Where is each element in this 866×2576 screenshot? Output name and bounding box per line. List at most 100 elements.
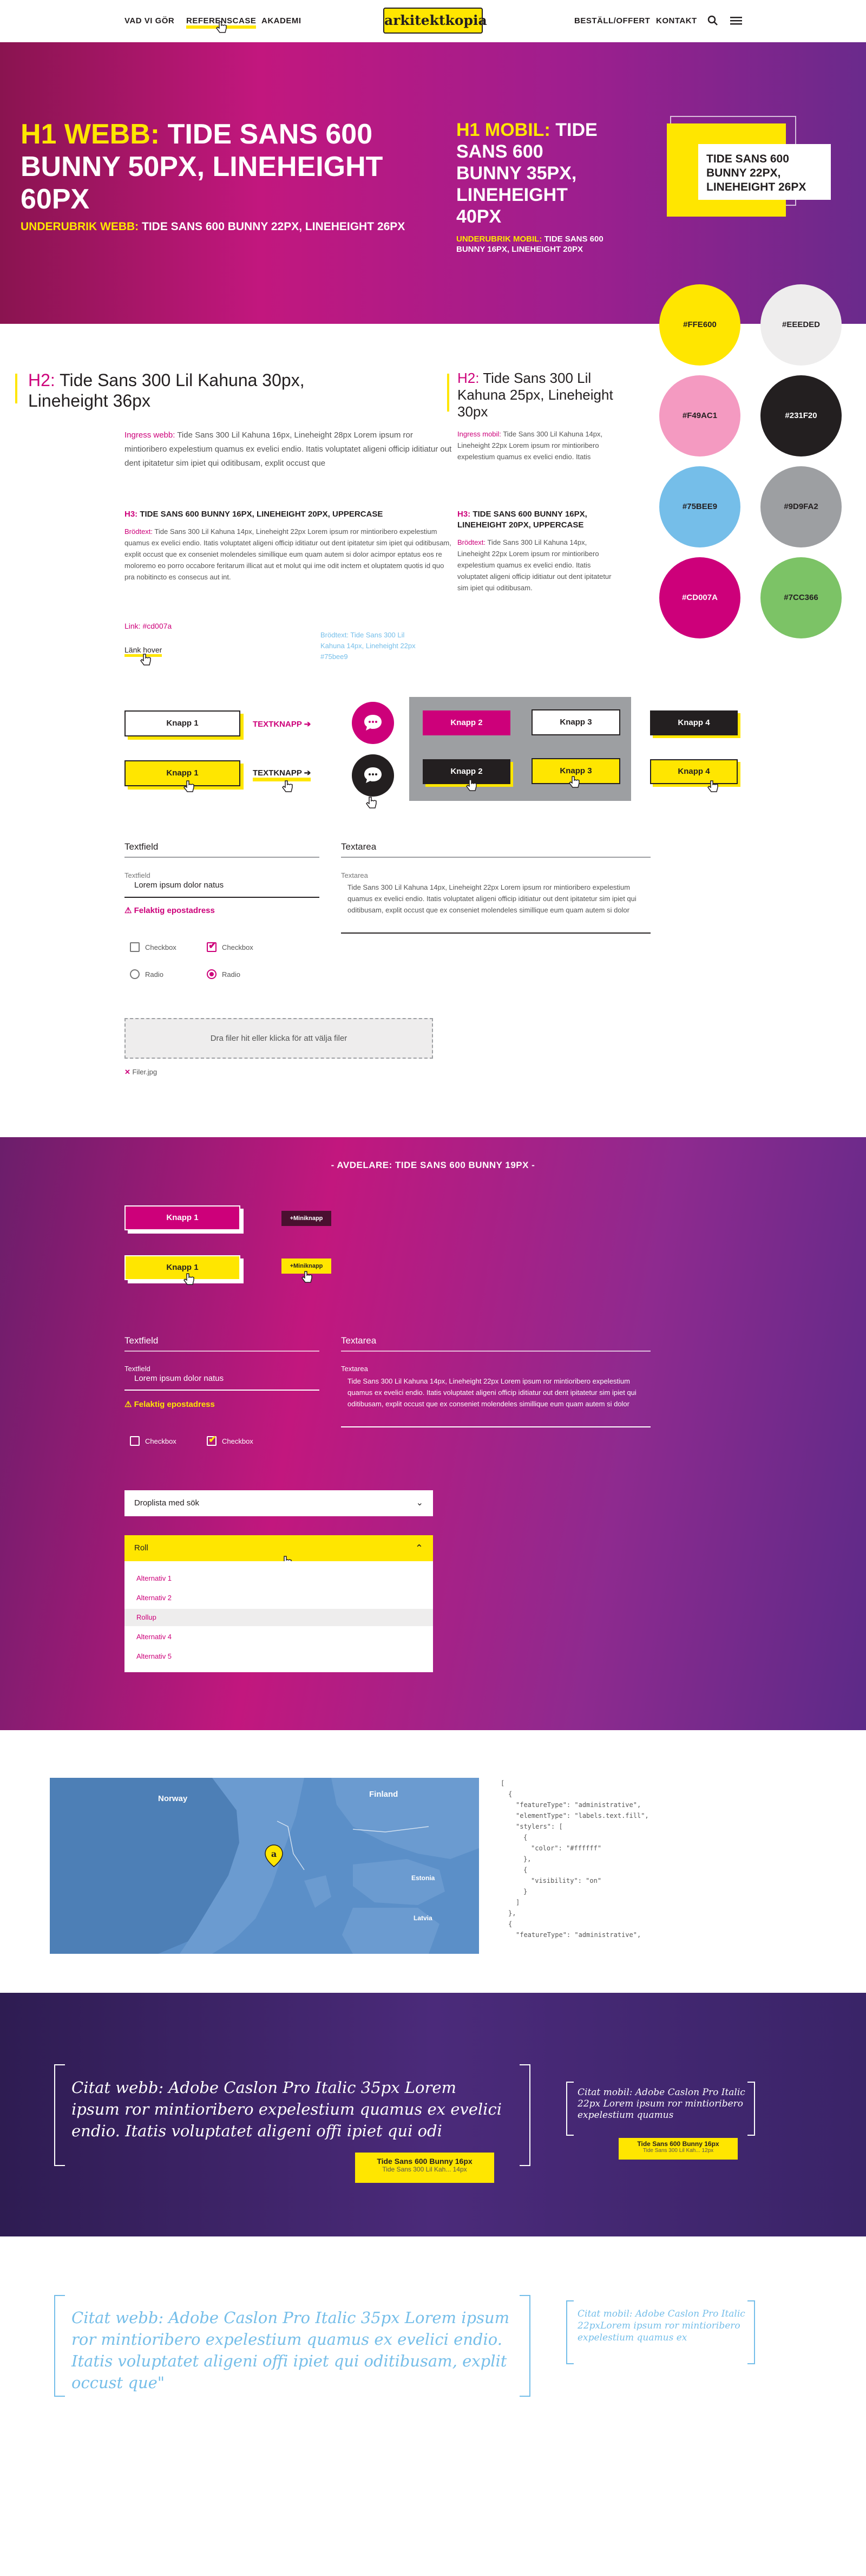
quote-mobile-text: Citat mobil: Adobe Caslon Pro Italic 22p… xyxy=(578,2087,745,2121)
textknapp-button[interactable]: TEXTKNAPP ➔ xyxy=(253,719,311,729)
nav-vad-vi-gor[interactable]: VAD VI GÖR xyxy=(124,16,174,25)
chat-button[interactable] xyxy=(352,702,394,744)
remove-file-icon[interactable]: ✕ xyxy=(124,1068,130,1076)
code-line: "stylers": [ xyxy=(516,1823,563,1830)
logo[interactable]: arkitektkopia xyxy=(383,8,487,34)
code-line: "color": "#ffffff" xyxy=(531,1844,602,1852)
nav-akademi[interactable]: AKADEMI xyxy=(261,16,301,25)
knapp-1-dark-hover-button[interactable]: Knapp 1 xyxy=(124,1255,240,1280)
breadtext-mobile: Brödtext: Tide Sans 300 Lil Kahuna 14px,… xyxy=(457,537,614,594)
knapp-1-hover-button[interactable]: Knapp 1 xyxy=(124,760,240,786)
code-line: { xyxy=(508,1920,513,1928)
h3-label: H3: xyxy=(124,510,138,519)
warning-icon: ⚠ xyxy=(124,906,132,915)
h2-accent-bar xyxy=(15,374,17,403)
map-label: Finland xyxy=(369,1790,398,1799)
color-swatch: #F49AC1 xyxy=(659,375,740,456)
dark-textarea-filled-input[interactable]: Tide Sans 300 Lil Kahuna 14px, Lineheigh… xyxy=(341,1375,651,1424)
textfield-empty-label: Textfield xyxy=(124,842,159,852)
menu-icon[interactable] xyxy=(730,16,742,25)
check-icon: ✔ xyxy=(208,1434,217,1445)
dropdown-search-label: Droplista med sök xyxy=(134,1498,200,1508)
h2-mobile: H2: Tide Sans 300 Lil Kahuna 25px, Lineh… xyxy=(457,370,614,420)
h3m-text: TIDE SANS 600 BUNNY 16PX, LINEHEIGHT 20P… xyxy=(457,510,587,530)
code-line: "featureType": "administrative", xyxy=(516,1801,641,1809)
file-name: Filer.jpg xyxy=(132,1068,158,1076)
dropdown-search[interactable]: Droplista med sök ⌄ xyxy=(124,1490,433,1516)
knapp-1-dark-button[interactable]: Knapp 1 xyxy=(124,1205,240,1230)
link-example[interactable]: Link: #cd007a xyxy=(124,622,172,630)
file-item: ✕ Filer.jpg xyxy=(124,1068,157,1077)
dropdown-option-highlighted[interactable]: Rollup xyxy=(124,1609,433,1626)
ingress-web: Ingress webb: Tide Sans 300 Lil Kahuna 1… xyxy=(124,428,455,471)
chat-hover-button[interactable] xyxy=(352,754,394,797)
dropdown-option[interactable]: Alternativ 4 xyxy=(124,1628,433,1646)
svg-text:a: a xyxy=(271,1849,277,1859)
chat-bubble-icon xyxy=(364,767,382,783)
nav-kontakt[interactable]: KONTAKT xyxy=(656,16,697,25)
color-swatch: #231F20 xyxy=(760,375,842,456)
breadm-label: Brödtext: xyxy=(457,538,486,546)
h2m-accent-bar xyxy=(447,374,449,412)
radio-checked-label: Radio xyxy=(222,970,240,979)
knapp-2-button[interactable]: Knapp 2 xyxy=(423,710,510,735)
map-pin-icon[interactable]: a xyxy=(264,1844,284,1868)
radio-label: Radio xyxy=(145,970,163,979)
breadtext-web: Brödtext: Tide Sans 300 Lil Kahuna 14px,… xyxy=(124,526,455,583)
dropdown-option[interactable]: Alternativ 1 xyxy=(124,1570,433,1587)
map[interactable]: Norway Finland Estonia Latvia a xyxy=(50,1778,479,1954)
miniknapp-button[interactable]: +Miniknapp xyxy=(281,1211,331,1226)
quote-mobile-light-text: Citat mobil: Adobe Caslon Pro Italic 22p… xyxy=(578,2308,745,2343)
dark-textfield-filled-input[interactable]: Lorem ipsum dolor natus xyxy=(124,1374,224,1383)
dropdown-option[interactable]: Alternativ 2 xyxy=(124,1589,433,1607)
file-dropzone[interactable]: Dra filer hit eller klicka för att välja… xyxy=(124,1018,433,1059)
dark-textfield-filled-label: Textfield xyxy=(124,1365,150,1373)
hero-h1-label: H1 WEBB: xyxy=(21,119,160,150)
hand-cursor-icon xyxy=(282,780,293,792)
dark-textarea-input[interactable] xyxy=(341,1351,651,1352)
color-swatch: #75BEE9 xyxy=(659,466,740,547)
checkbox-checked-label: Checkbox xyxy=(222,943,253,951)
h3m-label: H3: xyxy=(457,510,471,519)
hero-section: H1 WEBB: TIDE SANS 600 BUNNY 50PX, LINEH… xyxy=(0,42,866,324)
bread-label: Brödtext: xyxy=(124,527,153,536)
code-line: "visibility": "on" xyxy=(531,1877,602,1884)
code-line: [ xyxy=(501,1779,505,1787)
radio-unchecked[interactable] xyxy=(130,969,140,979)
knapp-4-hover-button[interactable]: Knapp 4 xyxy=(650,759,738,784)
hand-cursor-icon xyxy=(301,1271,312,1283)
textfield-filled-input[interactable]: Lorem ipsum dolor natus xyxy=(124,881,319,890)
dark-checkbox[interactable] xyxy=(130,1436,140,1446)
section-divider-title: - AVDELARE: TIDE SANS 600 BUNNY 19PX - xyxy=(331,1160,535,1170)
dark-textfield-label: Textfield xyxy=(124,1335,159,1346)
breadtext-blue: Brödtext: Tide Sans 300 Lil Kahuna 14px,… xyxy=(320,631,416,661)
textknapp-label: TEXTKNAPP xyxy=(253,720,302,729)
hero-h1-mobile: H1 MOBIL: TIDE SANS 600 BUNNY 35PX, LINE… xyxy=(456,119,608,227)
search-icon[interactable] xyxy=(707,15,718,26)
hero-h1m-label: H1 MOBIL: xyxy=(456,120,550,140)
hand-cursor-icon xyxy=(140,654,151,666)
dark-checkbox-checked[interactable]: ✔ xyxy=(207,1434,217,1446)
knapp-4-button[interactable]: Knapp 4 xyxy=(650,710,738,735)
hero-subm-label: UNDERUBRIK MOBIL: xyxy=(456,234,542,244)
textfield-error: ⚠ Felaktig epostadress xyxy=(124,905,215,915)
dark-textfield-error: ⚠ Felaktig epostadress xyxy=(124,1399,215,1409)
dropdown-options: Alternativ 1 Alternativ 2 Rollup Alterna… xyxy=(124,1561,433,1672)
dropdown-option[interactable]: Alternativ 5 xyxy=(124,1648,433,1665)
checkbox-unchecked[interactable] xyxy=(130,942,140,952)
hand-cursor-icon xyxy=(707,780,718,792)
knapp-1-button[interactable]: Knapp 1 xyxy=(124,710,240,736)
knapp-3-button[interactable]: Knapp 3 xyxy=(532,709,620,735)
code-line: "featureType": "administrative", xyxy=(516,1931,641,1939)
textarea-empty-input[interactable] xyxy=(341,857,651,858)
checkbox-checked[interactable]: ✔ xyxy=(207,940,216,952)
dark-textfield-input[interactable] xyxy=(124,1351,319,1352)
radio-checked[interactable] xyxy=(207,969,216,979)
code-line: { xyxy=(508,1790,513,1798)
textfield-error-text: Felaktig epostadress xyxy=(134,906,215,915)
hand-cursor-icon xyxy=(183,1273,194,1285)
textfield-empty-input[interactable] xyxy=(124,857,319,858)
nav-bestall-offert[interactable]: BESTÄLL/OFFERT xyxy=(574,16,650,25)
dropdown-roll[interactable]: Roll ⌃ xyxy=(124,1535,433,1561)
textarea-filled-input[interactable]: Tide Sans 300 Lil Kahuna 14px, Lineheigh… xyxy=(341,882,651,930)
